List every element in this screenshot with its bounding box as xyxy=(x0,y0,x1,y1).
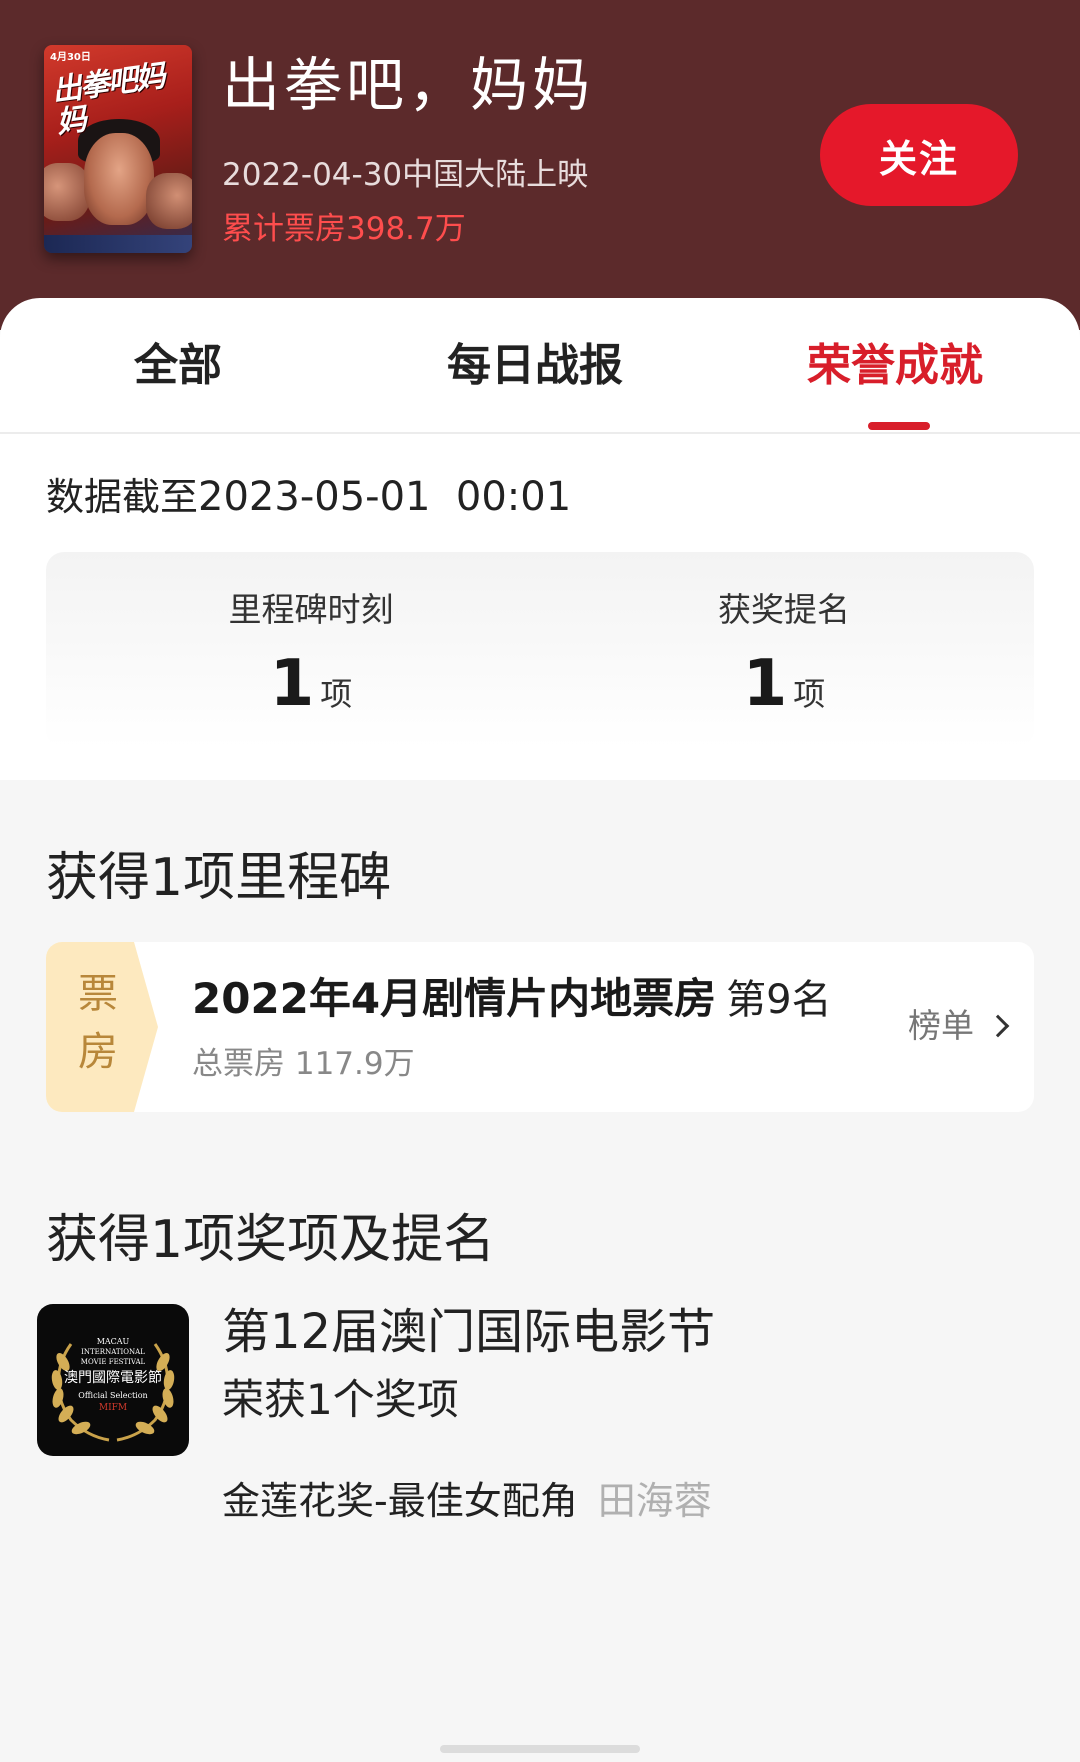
festival-name[interactable]: 第12届澳门国际电影节 xyxy=(222,1300,715,1364)
release-info: 2022-04-30中国大陆上映 xyxy=(222,157,589,193)
stats-box: 里程碑时刻 1项 获奖提名 1项 xyxy=(46,552,1034,748)
ranking-link[interactable]: 榜单 xyxy=(908,1002,1010,1050)
movie-header: 4月30日 出拳吧妈妈 出拳吧，妈妈 2022-04-30中国大陆上映 累计票房… xyxy=(0,0,1080,330)
milestones-heading: 获得1项里程碑 xyxy=(46,848,392,908)
boxoffice-badge: 票 房 xyxy=(46,942,158,1112)
summary-card: 全部 每日战报 荣誉成就 数据截至2023-05-01 00:01 里程碑时刻 … xyxy=(0,298,1080,780)
badge-char: 票 xyxy=(78,971,118,1017)
award-entry: 金莲花奖-最佳女配角 田海蓉 xyxy=(222,1473,712,1529)
milestone-subtitle: 总票房 117.9万 xyxy=(192,1046,415,1082)
cumulative-boxoffice: 累计票房398.7万 xyxy=(222,211,466,247)
stat-value-row: 1项 xyxy=(634,652,934,732)
data-cutoff-label: 数据截至 xyxy=(46,475,199,519)
movie-title: 出拳吧，妈妈 xyxy=(222,51,595,119)
poster-date: 4月30日 xyxy=(50,52,91,63)
logo-line: MOVIE FESTIVAL xyxy=(80,1358,146,1366)
data-cutoff: 数据截至2023-05-01 00:01 xyxy=(46,472,571,522)
tab-all[interactable]: 全部 xyxy=(134,340,222,392)
milestone-title: 2022年4月剧情片内地票房 第9名 xyxy=(192,972,832,1027)
festival-logo[interactable]: MACAU INTERNATIONAL MOVIE FESTIVAL 澳門國際電… xyxy=(37,1304,189,1456)
milestone-name: 2022年4月剧情片内地票房 xyxy=(192,974,717,1023)
tab-divider xyxy=(0,432,1080,434)
follow-button[interactable]: 关注 xyxy=(820,104,1018,206)
logo-line: Official Selection xyxy=(78,1391,148,1400)
stat-value-row: 1项 xyxy=(161,652,461,732)
chevron-right-icon xyxy=(986,1014,1010,1038)
poster-bottom-strip xyxy=(44,235,192,253)
milestone-rank: 第9名 xyxy=(726,977,832,1023)
logo-line: 澳門國際電影節 xyxy=(64,1370,162,1386)
stat-unit: 项 xyxy=(320,675,353,713)
active-tab-indicator xyxy=(868,422,930,430)
data-cutoff-time: 2023-05-01 00:01 xyxy=(198,474,572,520)
tab-daily-report[interactable]: 每日战报 xyxy=(447,340,623,392)
home-indicator xyxy=(440,1745,640,1753)
awards-heading: 获得1项奖项及提名 xyxy=(46,1210,496,1270)
award-recipient[interactable]: 田海蓉 xyxy=(598,1479,712,1523)
poster-face xyxy=(84,133,154,225)
milestone-item[interactable]: 票 房 2022年4月剧情片内地票房 第9名 总票房 117.9万 榜单 xyxy=(46,942,1034,1112)
movie-poster[interactable]: 4月30日 出拳吧妈妈 xyxy=(44,45,192,253)
badge-char: 房 xyxy=(78,1029,118,1075)
poster-title: 出拳吧妈妈 xyxy=(49,58,166,141)
award-name: 金莲花奖-最佳女配角 xyxy=(222,1479,578,1523)
logo-line: MIFM xyxy=(98,1403,128,1413)
stat-value: 1 xyxy=(742,647,788,721)
stat-awards[interactable]: 获奖提名 1项 xyxy=(634,590,934,732)
award-count: 荣获1个奖项 xyxy=(222,1375,459,1424)
stat-unit: 项 xyxy=(793,675,826,713)
ranking-link-label: 榜单 xyxy=(908,1006,974,1045)
stat-milestones[interactable]: 里程碑时刻 1项 xyxy=(161,590,461,732)
stat-label: 获奖提名 xyxy=(718,590,850,629)
tab-honors[interactable]: 荣誉成就 xyxy=(807,340,983,392)
poster-fist-right xyxy=(146,173,192,229)
stat-label: 里程碑时刻 xyxy=(228,590,394,629)
stat-value: 1 xyxy=(269,647,315,721)
